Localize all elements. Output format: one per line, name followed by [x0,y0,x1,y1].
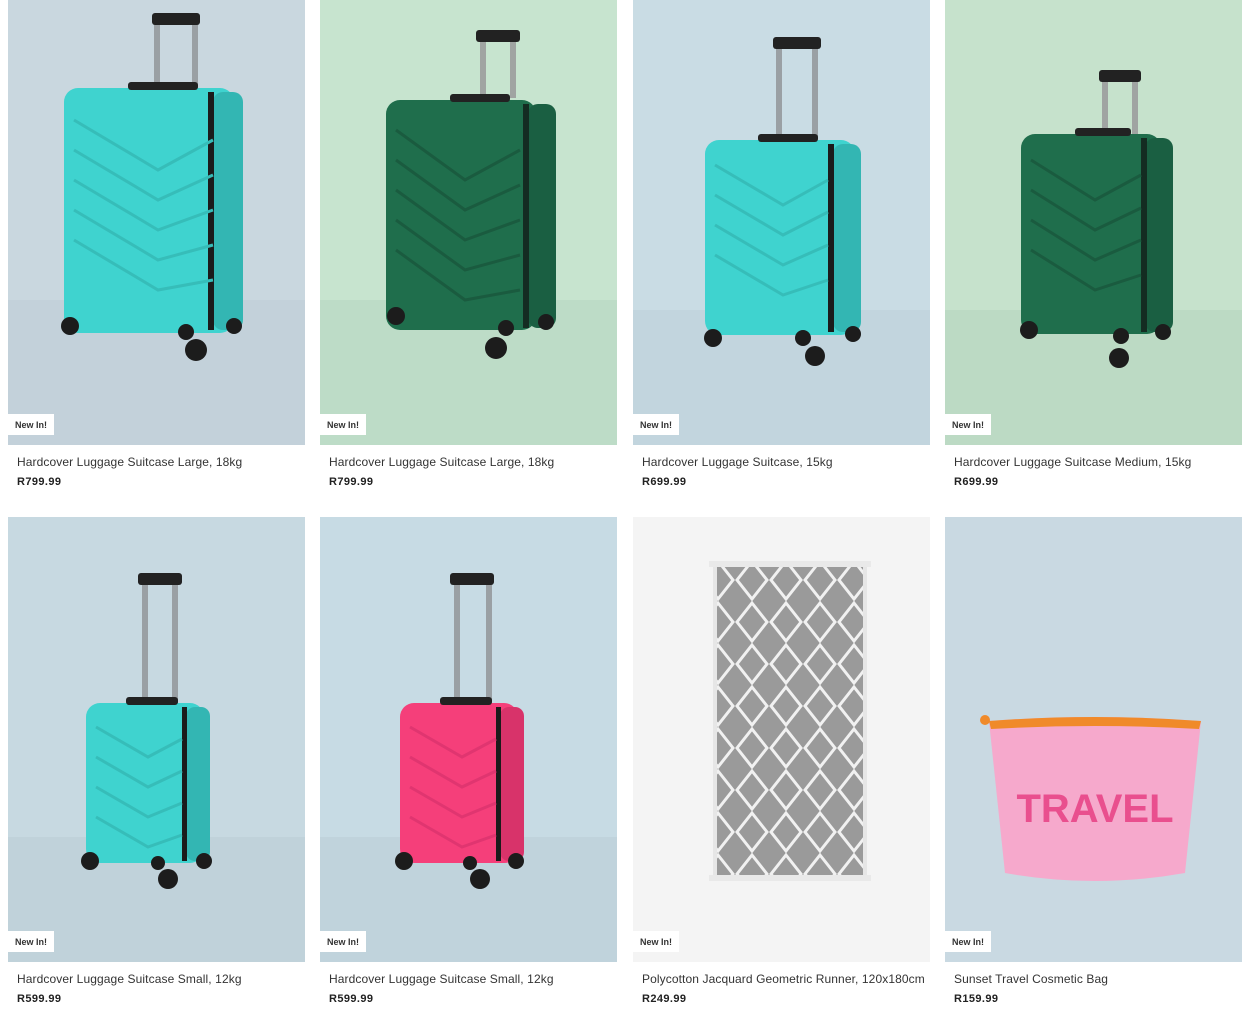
product-name[interactable]: Hardcover Luggage Suitcase Large, 18kg [329,455,617,469]
product-price: R599.99 [329,993,374,1005]
product-price: R249.99 [642,993,687,1005]
suitcase-image [8,517,305,962]
bag-travel-text: TRAVEL [1016,787,1173,831]
suitcase-image [8,0,305,445]
new-in-badge: New In! [320,414,367,435]
product-card[interactable]: New In! Hardcover Luggage Suitcase Large… [8,0,305,488]
new-in-badge: New In! [945,931,992,952]
product-image[interactable]: New In! [320,0,617,445]
product-card[interactable]: New In! Hardcover Luggage Suitcase Large… [320,0,617,488]
product-name[interactable]: Hardcover Luggage Suitcase, 15kg [642,455,930,469]
cosmetic-bag-image: TRAVEL [945,517,1242,962]
product-price: R599.99 [17,993,62,1005]
product-name[interactable]: Hardcover Luggage Suitcase Small, 12kg [17,972,305,986]
suitcase-image [320,517,617,962]
product-card[interactable]: New In! Hardcover Luggage Suitcase Small… [8,517,305,1005]
new-in-badge: New In! [633,414,680,435]
new-in-badge: New In! [320,931,367,952]
new-in-badge: New In! [8,931,55,952]
suitcase-image [945,0,1242,445]
product-image[interactable]: New In! [945,0,1242,445]
new-in-badge: New In! [633,931,680,952]
product-name[interactable]: Hardcover Luggage Suitcase Small, 12kg [329,972,617,986]
product-name[interactable]: Sunset Travel Cosmetic Bag [954,972,1242,986]
product-card[interactable]: New In! Hardcover Luggage Suitcase, 15kg… [633,0,930,488]
product-price: R799.99 [17,476,62,488]
product-image[interactable]: New In! [8,0,305,445]
product-price: R699.99 [954,476,999,488]
product-grid: New In! Hardcover Luggage Suitcase Large… [0,0,1250,1034]
product-card[interactable]: New In! Polycotton Jacquard Geometric Ru… [633,517,930,1005]
product-name[interactable]: Hardcover Luggage Suitcase Large, 18kg [17,455,305,469]
product-card[interactable]: New In! Hardcover Luggage Suitcase Small… [320,517,617,1005]
product-image[interactable]: New In! [320,517,617,962]
product-name[interactable]: Polycotton Jacquard Geometric Runner, 12… [642,972,930,986]
product-price: R159.99 [954,993,999,1005]
product-name[interactable]: Hardcover Luggage Suitcase Medium, 15kg [954,455,1242,469]
suitcase-image [633,0,930,445]
product-price: R799.99 [329,476,374,488]
product-image[interactable]: TRAVEL New In! [945,517,1242,962]
product-card[interactable]: TRAVEL New In! Sunset Travel Cosmetic Ba… [945,517,1242,1005]
product-image[interactable]: New In! [8,517,305,962]
new-in-badge: New In! [945,414,992,435]
product-price: R699.99 [642,476,687,488]
product-card[interactable]: New In! Hardcover Luggage Suitcase Mediu… [945,0,1242,488]
product-image[interactable]: New In! [633,517,930,962]
suitcase-image [320,0,617,445]
new-in-badge: New In! [8,414,55,435]
product-image[interactable]: New In! [633,0,930,445]
rug-image [633,517,930,962]
